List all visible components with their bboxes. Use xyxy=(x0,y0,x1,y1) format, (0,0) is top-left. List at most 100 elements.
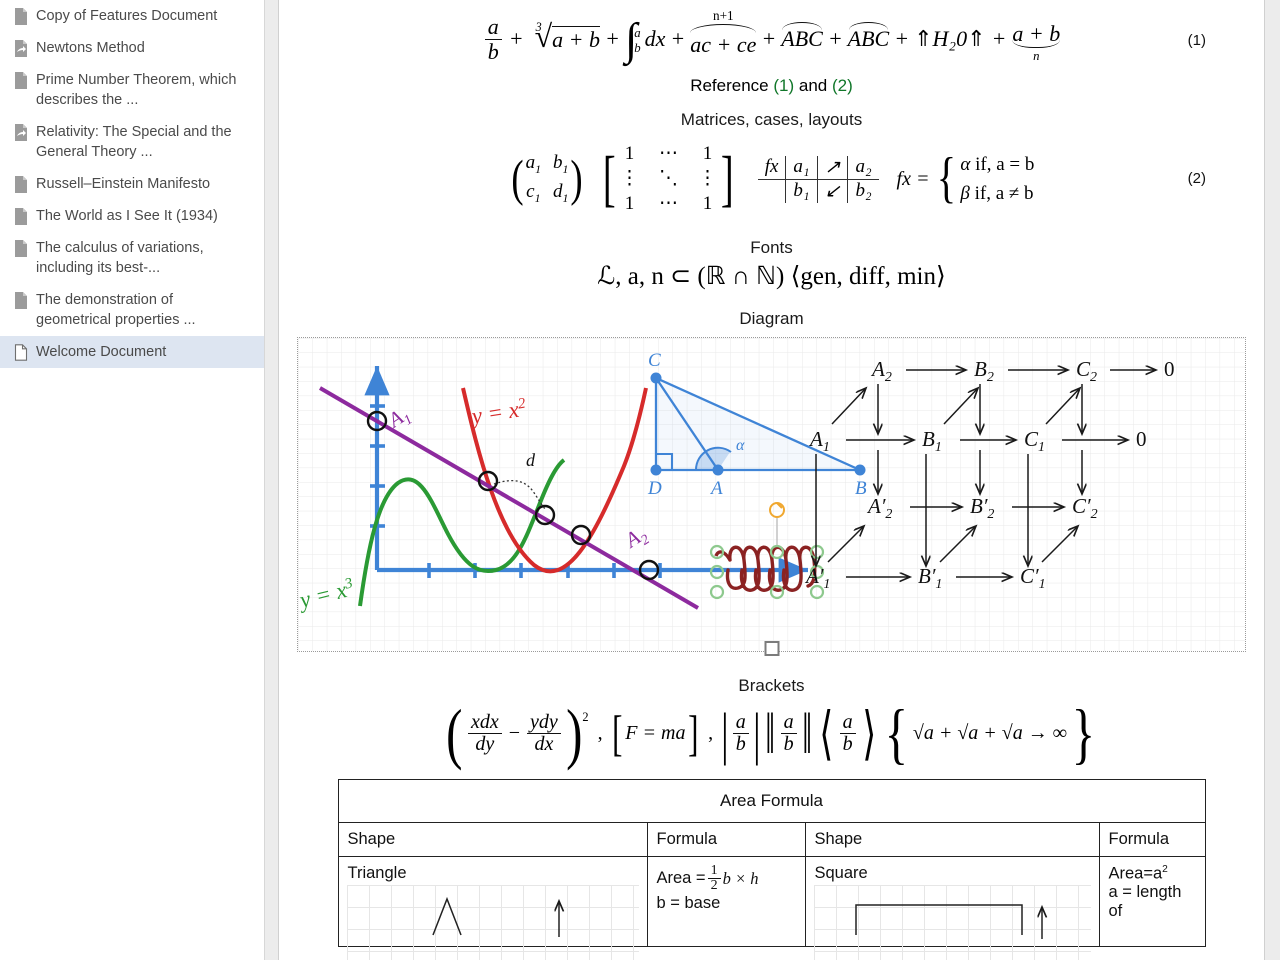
eq1-widehat-2: ABC xyxy=(848,22,889,52)
header-formula-2: Formula xyxy=(1098,821,1206,857)
sidebar-item-5[interactable]: The World as I See It (1934) xyxy=(0,200,264,232)
heading-brackets: Brackets xyxy=(738,676,805,695)
table-title: Area Formula xyxy=(337,778,1206,823)
fx-r1c3: a₂ xyxy=(847,155,879,180)
distance-label: d xyxy=(526,450,536,470)
angle-alpha: α xyxy=(736,437,745,454)
sidebar-item-7[interactable]: The demonstration of geometrical propert… xyxy=(0,284,264,336)
cell-formula-square: Area=a2 a = length of xyxy=(1098,855,1206,947)
document-icon xyxy=(14,176,28,193)
equation-1-number: (1) xyxy=(1187,32,1206,49)
equation-1-row: ab + 3 √ a + b + ∫ ab dx + n+1 ac + ce +… xyxy=(279,4,1264,74)
sidebar-item-8[interactable]: Welcome Document xyxy=(0,336,264,368)
fx-r2c1: b₁ xyxy=(785,179,818,203)
eq1-cube-root: 3 √ a + b xyxy=(534,18,601,54)
eq1-up-delim-left: ⇑ xyxy=(914,26,933,51)
vertex-c: C xyxy=(648,350,661,371)
fx-r2c2: ↙ xyxy=(817,179,849,203)
cell-shape-triangle: Triangle xyxy=(337,855,648,960)
sidebar-item-label: The demonstration of geometrical propert… xyxy=(36,292,196,328)
cd-zero-2: 0 xyxy=(1164,357,1175,381)
cd-zero-1: 0 xyxy=(1136,427,1147,451)
document-canvas[interactable]: ab + 3 √ a + b + ∫ ab dx + n+1 ac + ce +… xyxy=(279,0,1280,960)
header-shape-1: Shape xyxy=(337,821,648,857)
cases-block: fx = { α if, a = b β if, a ≠ b xyxy=(896,147,1035,210)
case2-cond: if, a ≠ b xyxy=(974,183,1034,204)
eq1-integral: ∫ ab dx xyxy=(624,13,666,64)
cell-shape-square: Square xyxy=(804,855,1100,960)
brackets-nested-radicals: √a + √a + √a → ∞ xyxy=(912,721,1068,744)
fx-r1c2: ↗ xyxy=(817,155,849,180)
fx-ruled-table: fx a₁ ↗ a₂ b₁ ↙ b₂ xyxy=(757,155,879,203)
fonts-line: ℒ, a, n ⊂ (ℝ ∩ ℕ) ⟨gen, diff, min⟩ xyxy=(597,263,946,290)
case2-value: β xyxy=(960,183,970,204)
reference-2: (2) xyxy=(832,76,853,95)
cell-formula-triangle: Area = 12 b × h b = base xyxy=(646,855,806,947)
header-formula-1: Formula xyxy=(646,821,806,857)
diagram-canvas[interactable]: d y = x2 y = x3 A1 A2 C D A B α A2 B2 C2… xyxy=(295,337,1246,656)
eq1-frac-den: b xyxy=(487,38,499,64)
document-icon xyxy=(14,8,28,25)
sidebar-item-0[interactable]: Copy of Features Document xyxy=(0,0,264,32)
equation-2: ( a1 b1 c1 d1 ) [ 1 ⋯ 1 ⋮ ⋱ ⋮ 1 ⋯ 1] fx… xyxy=(509,142,1035,215)
eq1-up-delim-right: ⇑ xyxy=(967,26,986,51)
fx-r1c1: a₁ xyxy=(785,155,818,180)
equation-2-number: (2) xyxy=(1187,170,1206,187)
brackets-line: ( xdx dy − ydy dx ) 2 , [ F = ma ] , | ab … xyxy=(446,695,1096,771)
header-shape-2: Shape xyxy=(804,821,1100,857)
document-icon xyxy=(14,292,28,309)
case1-value: α xyxy=(960,153,971,175)
vertex-d: D xyxy=(647,478,662,499)
eq1-overbrace: n+1 ac + ce xyxy=(690,7,757,57)
sidebar-item-label: Newtons Method xyxy=(36,40,145,56)
eq1-underbrace: a + b n xyxy=(1012,21,1061,63)
reference-1: (1) xyxy=(773,76,795,95)
document-list-sidebar[interactable]: Copy of Features Document Newtons Method P… xyxy=(0,0,265,960)
vertex-a: A xyxy=(709,478,723,499)
heading-matrices: Matrices, cases, layouts xyxy=(680,110,863,129)
table-row: Triangle Area = 12 b × h b = base Square… xyxy=(337,855,1206,960)
bmatrix: [ 1 ⋯ 1 ⋮ ⋱ ⋮ 1 ⋯ 1 ] xyxy=(603,143,734,214)
square-figure xyxy=(854,903,1076,939)
sidebar-item-label: The World as I See It (1934) xyxy=(36,208,218,224)
sidebar-item-1[interactable]: Newtons Method xyxy=(0,32,264,64)
eq1-frac-num: a xyxy=(484,15,502,40)
case1-cond: if, a = b xyxy=(975,153,1035,175)
document-icon xyxy=(14,72,28,89)
document-list: Copy of Features Document Newtons Method P… xyxy=(0,0,264,368)
sidebar-item-label: Russell–Einstein Manifesto xyxy=(36,176,211,192)
brackets-force: F = ma xyxy=(625,721,686,744)
sidebar-item-2[interactable]: Prime Number Theorem, which describes th… xyxy=(0,64,264,116)
sidebar-item-label: Welcome Document xyxy=(36,344,167,360)
fx-r2c3: b₂ xyxy=(855,180,872,201)
document-outline-icon xyxy=(14,344,28,361)
sidebar-item-3[interactable]: Relativity: The Special and the General … xyxy=(0,116,264,168)
diagram-svg: d y = x2 y = x3 A1 A2 C D A B α A2 B2 C2… xyxy=(295,338,1245,651)
pmatrix: ( a1 b1 c1 d1 ) xyxy=(511,150,583,207)
table-header-row: Shape Formula Shape Formula xyxy=(337,821,1206,857)
sidebar-item-label: Copy of Features Document xyxy=(36,8,218,24)
sidebar-item-label: Relativity: The Special and the General … xyxy=(36,124,232,160)
equation-2-row: ( a1 b1 c1 d1 ) [ 1 ⋯ 1 ⋮ ⋱ ⋮ 1 ⋯ 1] fx… xyxy=(279,134,1264,224)
app-root: Copy of Features Document Newtons Method P… xyxy=(0,0,1280,960)
table-title-row: Area Formula xyxy=(337,778,1206,823)
sidebar-item-4[interactable]: Russell–Einstein Manifesto xyxy=(0,168,264,200)
eq1-widehat-1: ABC xyxy=(781,22,823,52)
heading-fonts: Fonts xyxy=(750,238,793,257)
triangle-figure xyxy=(431,896,619,937)
fx-corner: fx xyxy=(757,155,786,180)
sidebar-splitter[interactable] xyxy=(265,0,279,960)
resize-handle[interactable] xyxy=(764,641,779,656)
eq1-h2o: H₂0 xyxy=(932,26,968,51)
vertex-b: B xyxy=(855,478,867,499)
document-icon xyxy=(14,240,28,257)
sidebar-item-label: The calculus of variations, including it… xyxy=(36,240,204,276)
document-shortcut-icon xyxy=(14,124,28,141)
area-formula-table: Area Formula Shape Formula Shape Formula… xyxy=(337,778,1206,960)
page-right-margin xyxy=(1264,0,1280,960)
equation-1: ab + 3 √ a + b + ∫ ab dx + n+1 ac + ce +… xyxy=(483,7,1061,64)
heading-diagram: Diagram xyxy=(739,309,804,328)
sidebar-item-6[interactable]: The calculus of variations, including it… xyxy=(0,232,264,284)
document-icon xyxy=(14,208,28,225)
reference-line: Reference (1) and (2) xyxy=(690,76,853,95)
